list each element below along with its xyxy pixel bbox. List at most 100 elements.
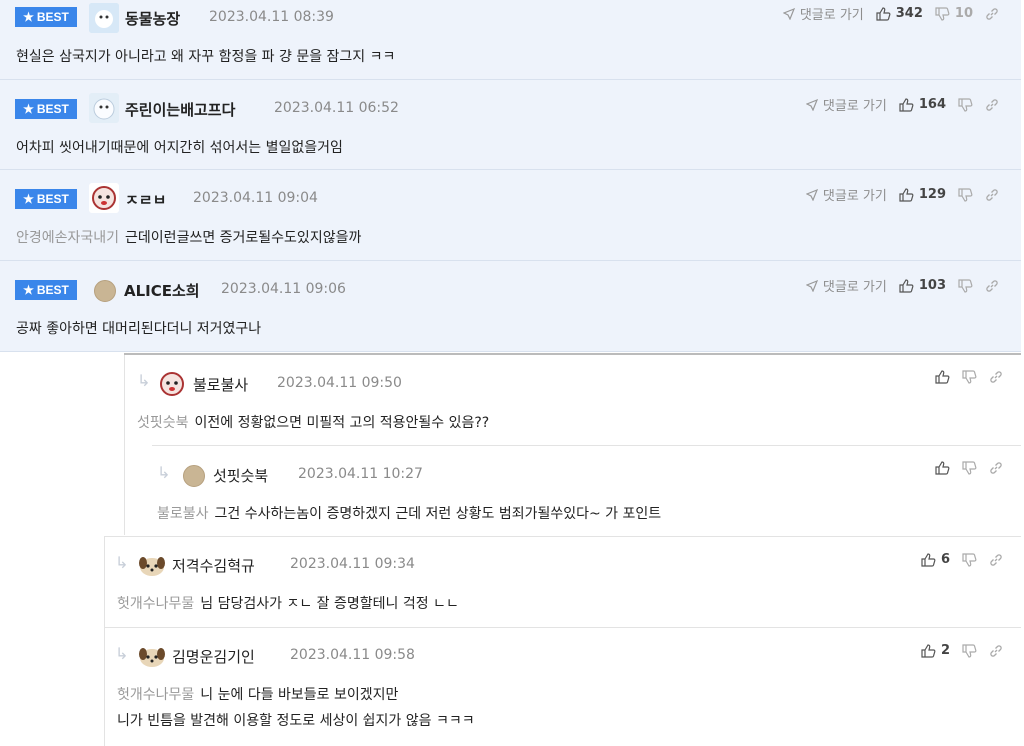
avatar[interactable] xyxy=(183,465,205,487)
dislike-button[interactable] xyxy=(962,370,977,384)
mention-tag[interactable]: 헛개수나무물 xyxy=(117,596,194,612)
star-icon: ★ xyxy=(23,10,34,24)
goto-reply-link[interactable]: 댓글로 가기 xyxy=(805,95,887,114)
comment-text: 어차피 씻어내기때문에 어지간히 섞어서는 별일없을거임 xyxy=(16,140,343,156)
send-icon xyxy=(782,7,795,20)
thumbs-down-icon xyxy=(962,643,977,658)
mention-tag[interactable]: 섯핏슷북 xyxy=(137,415,189,431)
reply-1: ↳ 불로불사 2023.04.11 09:50 섯핏슷북 이전에 정황없으면 미필… xyxy=(125,355,1021,445)
comment-text: 섯핏슷북 이전에 정황없으면 미필적 고의 적용안될수 있음?? xyxy=(137,415,490,431)
comment-date: 2023.04.11 09:06 xyxy=(221,281,346,297)
dislike-button[interactable] xyxy=(962,461,977,475)
avatar[interactable] xyxy=(89,3,119,33)
thumbs-down-icon xyxy=(958,97,973,112)
comment-actions: 댓글로 가기 342 10 xyxy=(782,4,999,23)
comment-nickname[interactable]: 주린이는배고프다 xyxy=(125,99,235,120)
avatar[interactable] xyxy=(89,183,119,213)
avatar-image xyxy=(89,93,119,123)
link-icon xyxy=(986,7,998,20)
like-button[interactable] xyxy=(935,370,950,384)
like-button[interactable]: 6 xyxy=(921,552,950,567)
like-button[interactable] xyxy=(935,461,950,475)
like-button[interactable]: 103 xyxy=(899,278,946,293)
comment-actions: 댓글로 가기 129 xyxy=(805,185,999,204)
thumbs-down-icon xyxy=(958,187,973,202)
dislike-button[interactable] xyxy=(958,97,973,112)
comment-text-line2: 니가 빈틈을 발견해 이용할 정도로 세상이 쉽지가 않음 ㅋㅋㅋ xyxy=(117,713,475,729)
avatar-image xyxy=(89,183,119,213)
like-button[interactable]: 129 xyxy=(899,187,946,202)
reply-arrow-icon: ↳ xyxy=(115,553,129,572)
like-button[interactable]: 342 xyxy=(876,6,923,21)
like-count: 164 xyxy=(918,97,946,112)
dislike-button[interactable] xyxy=(962,552,977,567)
mention-tag[interactable]: 헛개수나무물 xyxy=(117,687,194,703)
share-button[interactable] xyxy=(989,370,1003,384)
share-button[interactable] xyxy=(989,644,1003,658)
star-icon: ★ xyxy=(23,102,34,116)
avatar-image xyxy=(137,550,167,580)
share-button[interactable] xyxy=(985,7,999,21)
avatar[interactable] xyxy=(137,550,167,580)
reply-arrow-icon: ↳ xyxy=(115,644,129,663)
comment-date: 2023.04.11 09:34 xyxy=(290,556,415,572)
like-button[interactable]: 2 xyxy=(921,643,950,658)
share-button[interactable] xyxy=(989,553,1003,567)
comment-actions xyxy=(935,370,1003,384)
reply-arrow-icon: ↳ xyxy=(137,371,151,390)
avatar-image xyxy=(157,369,187,399)
comment-nickname[interactable]: ALICE소희 xyxy=(124,280,200,301)
comment-actions: 2 xyxy=(921,643,1003,658)
dislike-button[interactable]: 10 xyxy=(935,6,973,21)
comment-date: 2023.04.11 06:52 xyxy=(274,100,399,116)
avatar[interactable] xyxy=(137,641,167,671)
comment-nickname[interactable]: ㅈㄹㅂ xyxy=(125,189,166,210)
thumbs-up-icon xyxy=(921,643,936,658)
comment-text: 안경에손자국내기 근데이런글쓰면 증거로될수도있지않을까 xyxy=(16,230,362,246)
reply-4: ↳ 김명운김기인 2023.04.11 09:58 헛개수나무물 니 눈에 다들 … xyxy=(105,628,1021,746)
share-button[interactable] xyxy=(985,279,999,293)
comment-nickname[interactable]: 불로불사 xyxy=(193,374,248,395)
thumbs-up-icon xyxy=(899,187,914,202)
dislike-button[interactable] xyxy=(958,187,973,202)
comment-actions: 댓글로 가기 103 xyxy=(805,276,999,295)
share-button[interactable] xyxy=(985,98,999,112)
star-icon: ★ xyxy=(23,192,34,206)
avatar[interactable] xyxy=(89,93,119,123)
thumbs-down-icon xyxy=(962,370,977,384)
like-count: 129 xyxy=(918,187,946,202)
share-button[interactable] xyxy=(985,188,999,202)
avatar[interactable] xyxy=(94,280,116,302)
comment-text: 불로불사 그건 수사하는놈이 증명하겠지 근데 저런 상황도 범죄가될쑤있다~ 가… xyxy=(157,506,662,522)
like-count: 6 xyxy=(940,552,950,567)
comment-date: 2023.04.11 09:58 xyxy=(290,647,415,663)
like-button[interactable]: 164 xyxy=(899,97,946,112)
comment-date: 2023.04.11 10:27 xyxy=(298,466,423,482)
thumbs-down-icon xyxy=(962,461,977,475)
star-icon: ★ xyxy=(23,283,34,297)
comment-actions: 댓글로 가기 164 xyxy=(805,95,999,114)
dislike-button[interactable] xyxy=(962,643,977,658)
link-icon xyxy=(986,188,998,201)
share-button[interactable] xyxy=(989,461,1003,475)
goto-reply-link[interactable]: 댓글로 가기 xyxy=(805,185,887,204)
link-icon xyxy=(986,279,998,292)
dislike-button[interactable] xyxy=(958,278,973,293)
like-count: 103 xyxy=(918,278,946,293)
comment-text: 헛개수나무물 니 눈에 다들 바보들로 보이겠지만 xyxy=(117,687,399,703)
best-comment-2: ★ BEST 주린이는배고프다 2023.04.11 06:52 어차피 씻어내기… xyxy=(0,80,1021,170)
reply-arrow-icon: ↳ xyxy=(157,463,171,482)
goto-reply-link[interactable]: 댓글로 가기 xyxy=(782,4,864,23)
comment-nickname[interactable]: 김명운김기인 xyxy=(172,646,255,667)
comment-nickname[interactable]: 저격수김혁규 xyxy=(172,555,255,576)
comment-text: 공짜 좋아하면 대머리된다더니 저거였구나 xyxy=(16,321,262,337)
goto-reply-link[interactable]: 댓글로 가기 xyxy=(805,276,887,295)
comment-nickname[interactable]: 섯핏슷북 xyxy=(213,465,268,486)
send-icon xyxy=(805,279,818,292)
avatar[interactable] xyxy=(157,369,187,399)
mention-tag[interactable]: 불로불사 xyxy=(157,506,209,522)
link-icon xyxy=(986,98,998,111)
best-comment-4: ★ BEST ALICE소희 2023.04.11 09:06 공짜 좋아하면 대… xyxy=(0,261,1021,352)
comment-nickname[interactable]: 동물농장 xyxy=(125,8,180,29)
mention-tag[interactable]: 안경에손자국내기 xyxy=(16,230,119,246)
